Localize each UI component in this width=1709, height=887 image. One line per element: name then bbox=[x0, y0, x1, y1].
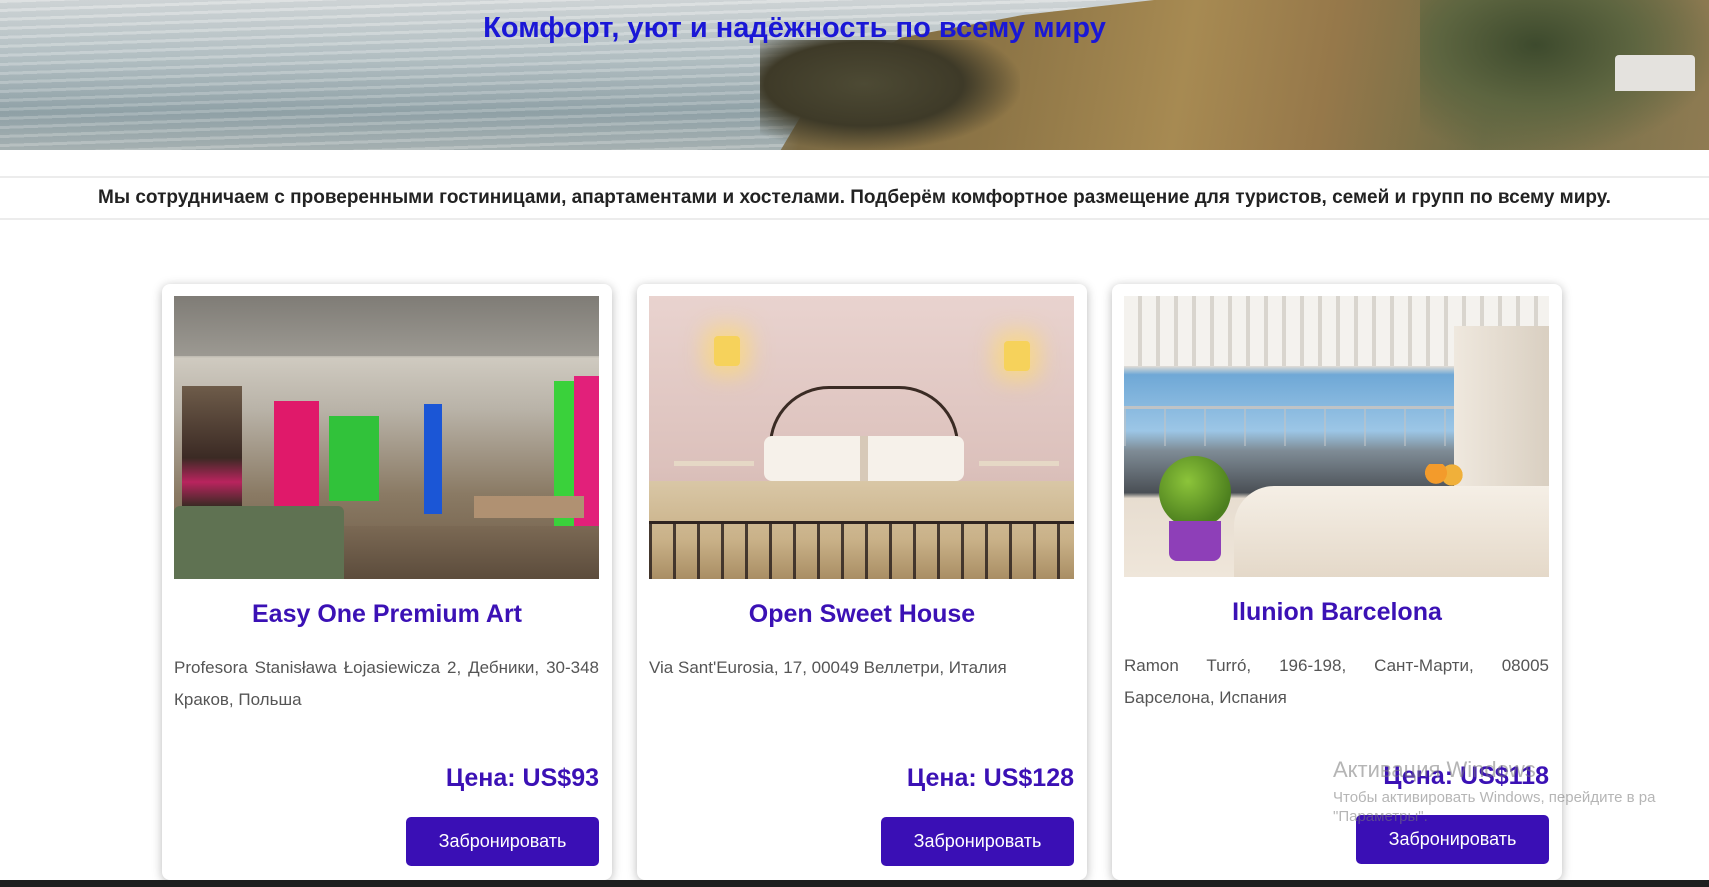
watermark-text-2: "Параметры". bbox=[1333, 808, 1428, 825]
hotel-photo[interactable] bbox=[174, 296, 599, 579]
hotel-card-easy-one: Easy One Premium Art Profesora Stanisław… bbox=[162, 284, 612, 880]
hotel-card-open-sweet-house: Open Sweet House Via Sant'Eurosia, 17, 0… bbox=[637, 284, 1087, 880]
hero-shadow bbox=[760, 40, 1020, 150]
windows-activation-watermark: Активация Windows Чтобы активировать Win… bbox=[1333, 757, 1655, 825]
book-button[interactable]: Забронировать bbox=[406, 817, 599, 866]
hero-banner: Комфорт, уют и надёжность по всему миру bbox=[0, 0, 1709, 150]
watermark-text: Чтобы активировать Windows, перейдите в … bbox=[1333, 789, 1656, 806]
hotel-name[interactable]: Open Sweet House bbox=[637, 600, 1087, 629]
hotel-name[interactable]: Ilunion Barcelona bbox=[1112, 598, 1562, 627]
page-title: Комфорт, уют и надёжность по всему миру bbox=[483, 12, 1106, 44]
hotel-photo[interactable] bbox=[649, 296, 1074, 579]
hotel-address: Profesora Stanisława Łojasiewicza 2, Деб… bbox=[174, 658, 599, 709]
hotel-name[interactable]: Easy One Premium Art bbox=[162, 600, 612, 629]
book-button[interactable]: Забронировать bbox=[881, 817, 1074, 866]
hotel-photo[interactable] bbox=[1124, 296, 1549, 577]
watermark-title: Активация Windows bbox=[1333, 757, 1536, 782]
tagline-section: Мы сотрудничаем с проверенными гостиница… bbox=[0, 176, 1709, 220]
tagline-text: Мы сотрудничаем с проверенными гостиница… bbox=[98, 187, 1611, 208]
taskbar-edge bbox=[0, 880, 1709, 887]
hero-house bbox=[1615, 55, 1695, 91]
hotel-address: Via Sant'Eurosia, 17, 00049 Веллетри, Ит… bbox=[649, 658, 1007, 677]
hotel-price: Цена: US$93 bbox=[445, 764, 599, 792]
hotel-price: Цена: US$128 bbox=[906, 764, 1074, 792]
hotel-address: Ramon Turró, 196-198, Сант-Марти, 08005 … bbox=[1124, 656, 1549, 707]
